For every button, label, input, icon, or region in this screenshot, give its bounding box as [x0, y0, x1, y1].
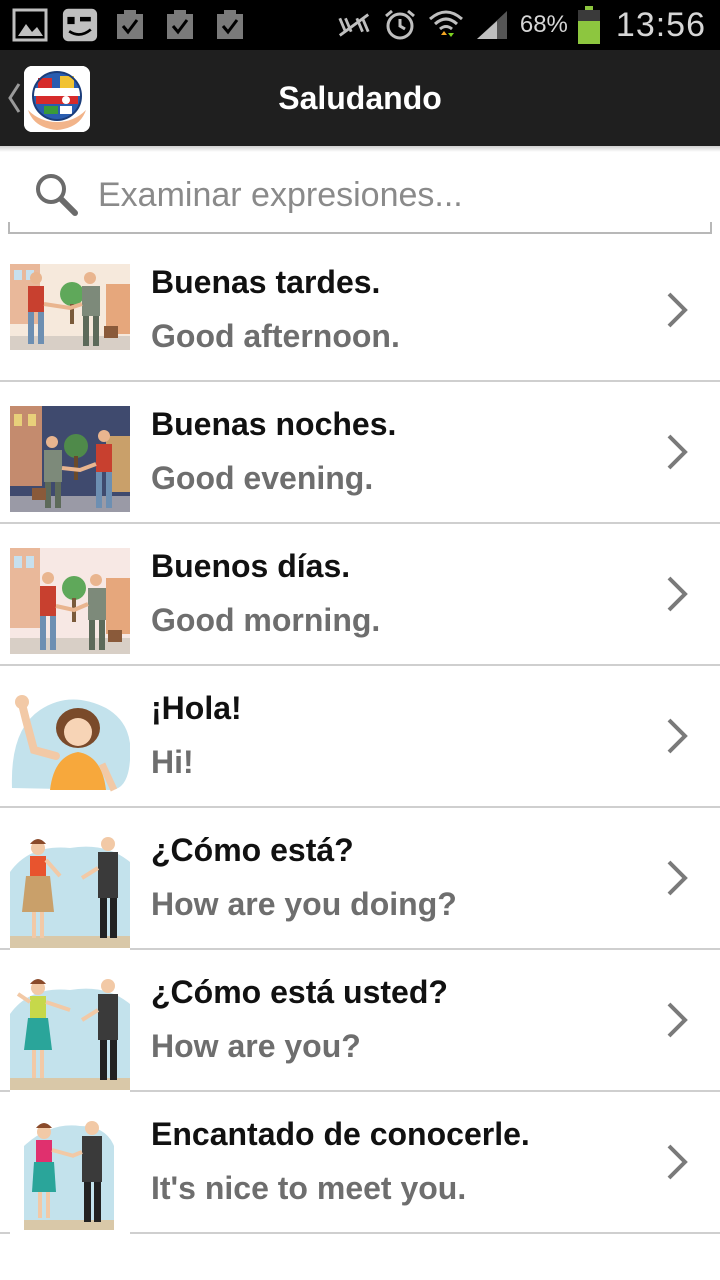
wifi-icon	[428, 7, 464, 43]
search-icon	[32, 170, 80, 218]
illustration	[10, 690, 131, 796]
list-item[interactable]: Buenas tardes. Good afternoon.	[0, 240, 720, 382]
phrase-english: Good afternoon.	[151, 318, 400, 354]
alarm-icon	[382, 7, 418, 43]
phrase-spanish: ¡Hola!	[151, 690, 242, 726]
check-task-icon	[212, 7, 248, 43]
phrase-spanish: Buenas noches.	[151, 406, 397, 442]
nfc-off-icon	[336, 7, 372, 43]
phrase-english: Good evening.	[151, 460, 374, 496]
phrase-english: How are you doing?	[151, 886, 457, 922]
search-input[interactable]	[96, 168, 700, 222]
illustration	[10, 1116, 130, 1236]
phrase-english: Good morning.	[151, 602, 381, 638]
action-bar: Saludando	[0, 50, 720, 146]
system-indicators: 68% 13:56	[336, 0, 706, 50]
woman-and-man-greeting-formal-icon	[10, 974, 130, 1094]
phrase-spanish: Buenas tardes.	[151, 264, 381, 300]
chevron-right-icon	[664, 574, 690, 614]
chevron-right-icon	[664, 1000, 690, 1040]
list-item[interactable]: Buenos días. Good morning.	[0, 524, 720, 666]
phrase-spanish: ¿Cómo está usted?	[151, 974, 448, 1010]
illustration	[10, 974, 130, 1094]
two-men-shaking-hands-evening-icon	[10, 406, 130, 512]
search-bar	[8, 160, 712, 234]
phrase-spanish: Buenos días.	[151, 548, 351, 584]
illustration	[10, 548, 130, 654]
phrase-english: It's nice to meet you.	[151, 1170, 467, 1206]
phrase-english: Hi!	[151, 744, 194, 780]
status-bar: 68% 13:56	[0, 0, 720, 50]
list-item[interactable]: Buenas noches. Good evening.	[0, 382, 720, 524]
phrase-list: Buenas tardes. Good afternoon. Buenas no…	[0, 240, 720, 1236]
messenger-icon	[62, 7, 98, 43]
battery-percent: 68%	[519, 11, 568, 38]
globe-flags-icon	[24, 66, 90, 132]
illustration	[10, 264, 130, 350]
list-item[interactable]: ¿Cómo está? How are you doing?	[0, 808, 720, 952]
illustration	[10, 832, 130, 952]
woman-and-man-handshake-icon	[10, 1116, 130, 1236]
battery-icon	[577, 6, 600, 44]
chevron-right-icon	[664, 1142, 690, 1182]
phrase-english: How are you?	[151, 1028, 361, 1064]
illustration	[10, 406, 130, 512]
notification-icons	[12, 7, 248, 43]
chevron-right-icon	[664, 858, 690, 898]
chevron-right-icon	[664, 290, 690, 330]
clock: 13:56	[615, 5, 706, 44]
list-item[interactable]: ¡Hola! Hi!	[0, 666, 720, 808]
chevron-left-icon[interactable]	[6, 80, 22, 116]
woman-and-man-greeting-icon	[10, 832, 130, 952]
two-men-shaking-hands-icon	[10, 264, 130, 370]
action-bar-shadow	[0, 146, 720, 152]
phrase-spanish: Encantado de conocerle.	[151, 1116, 530, 1152]
signal-icon	[474, 7, 510, 43]
list-item[interactable]: ¿Cómo está usted? How are you?	[0, 950, 720, 1094]
screen-title: Saludando	[278, 80, 442, 116]
chevron-right-icon	[664, 716, 690, 756]
woman-waving-icon	[10, 690, 131, 796]
search-underline-right	[710, 222, 712, 232]
two-men-shaking-hands-morning-icon	[10, 548, 130, 654]
chevron-right-icon	[664, 432, 690, 472]
check-task-icon	[162, 7, 198, 43]
list-item[interactable]: Encantado de conocerle. It's nice to mee…	[0, 1092, 720, 1236]
app-logo-button[interactable]	[24, 66, 90, 132]
search-underline-left	[8, 222, 10, 232]
phrase-spanish: ¿Cómo está?	[151, 832, 354, 868]
check-task-icon	[112, 7, 148, 43]
gallery-icon	[12, 7, 48, 43]
